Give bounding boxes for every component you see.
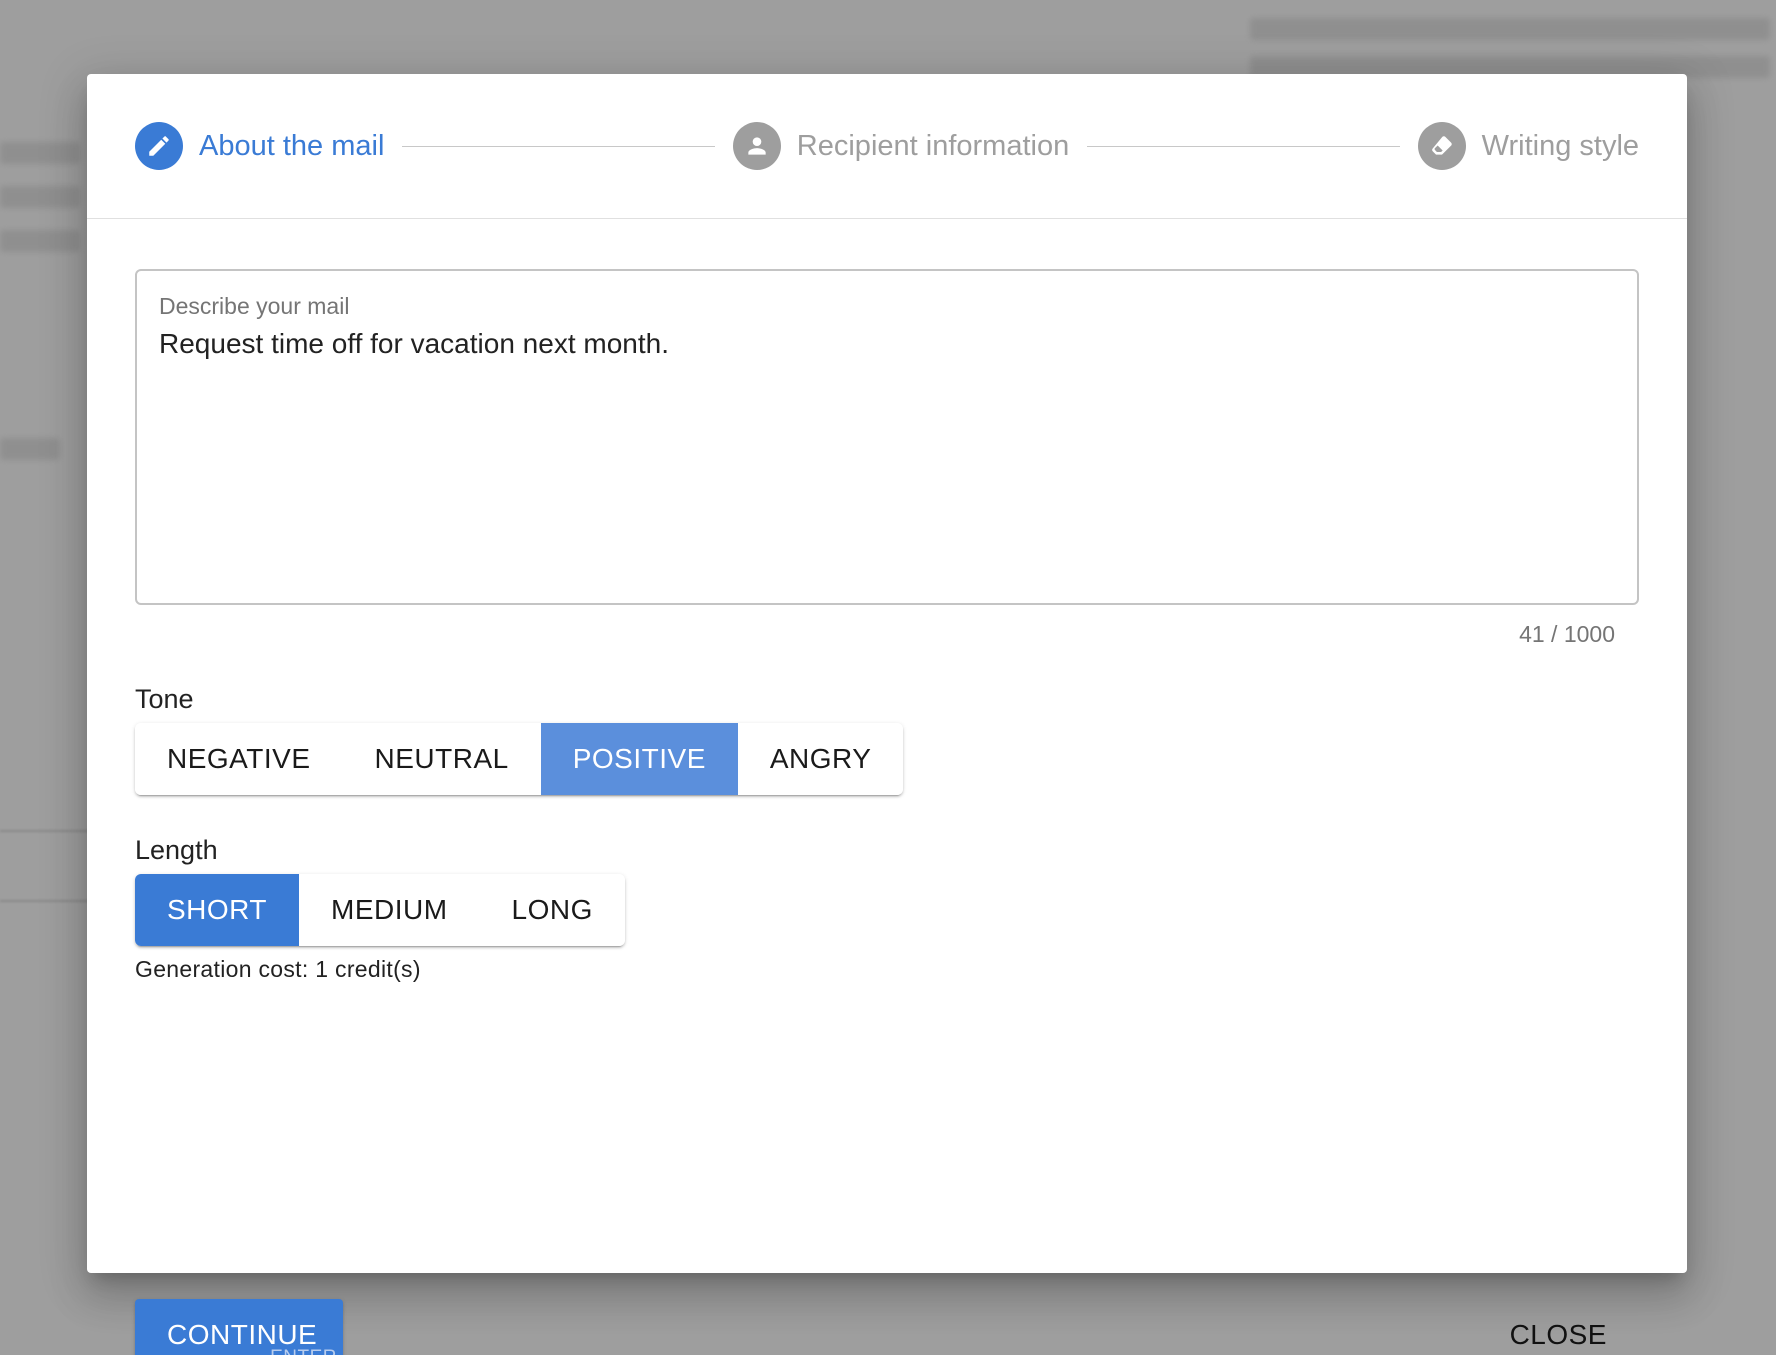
length-label: Length (135, 835, 218, 865)
background-text-line (0, 230, 80, 252)
person-icon (732, 122, 781, 170)
step-label: Recipient information (796, 129, 1070, 162)
step-connector (1087, 145, 1400, 147)
tone-positive-button[interactable]: POSITIVE (540, 723, 738, 795)
background-text-line (0, 438, 60, 460)
background-text-line (1250, 18, 1770, 40)
step-about-the-mail[interactable]: About the mail (135, 122, 384, 170)
step-recipient-information[interactable]: Recipient information (732, 122, 1070, 170)
step-label: About the mail (199, 129, 385, 162)
tone-toggle-group: NEGATIVE NEUTRAL POSITIVE ANGRY (135, 723, 904, 795)
step-label: Writing style (1481, 129, 1640, 162)
background-text-line (0, 186, 80, 208)
eraser-icon (1417, 122, 1466, 170)
length-long-button[interactable]: LONG (479, 874, 625, 946)
mail-description-input[interactable]: Request time off for vacation next month… (159, 328, 1615, 568)
character-counter: 41 / 1000 (1519, 621, 1615, 647)
tone-label: Tone (135, 684, 194, 714)
length-toggle-group: SHORT MEDIUM LONG (135, 874, 625, 946)
keyboard-hint: ENTER (270, 1347, 337, 1355)
tone-negative-button[interactable]: NEGATIVE (135, 723, 343, 795)
background-divider (0, 900, 90, 902)
continue-button[interactable]: CONTINUE ENTER (135, 1299, 343, 1355)
background-divider (0, 830, 90, 832)
pencil-icon (135, 122, 183, 170)
tone-neutral-button[interactable]: NEUTRAL (342, 723, 541, 795)
step-writing-style[interactable]: Writing style (1417, 122, 1640, 170)
generation-cost: Generation cost: 1 credit(s) (135, 956, 421, 982)
length-short-button[interactable]: SHORT (135, 874, 299, 946)
length-medium-button[interactable]: MEDIUM (299, 874, 480, 946)
dialog-body: Describe your mail Request time off for … (87, 219, 1687, 1355)
stepper: About the mail Recipient information Wri… (87, 74, 1687, 219)
background-text-line (0, 142, 80, 164)
close-button[interactable]: CLOSE (1478, 1299, 1639, 1355)
step-connector (402, 145, 715, 147)
mail-description-label: Describe your mail (159, 293, 350, 319)
tone-angry-button[interactable]: ANGRY (737, 723, 904, 795)
mail-description-field[interactable]: Describe your mail Request time off for … (135, 269, 1639, 605)
compose-mail-dialog: About the mail Recipient information Wri… (87, 74, 1687, 1355)
